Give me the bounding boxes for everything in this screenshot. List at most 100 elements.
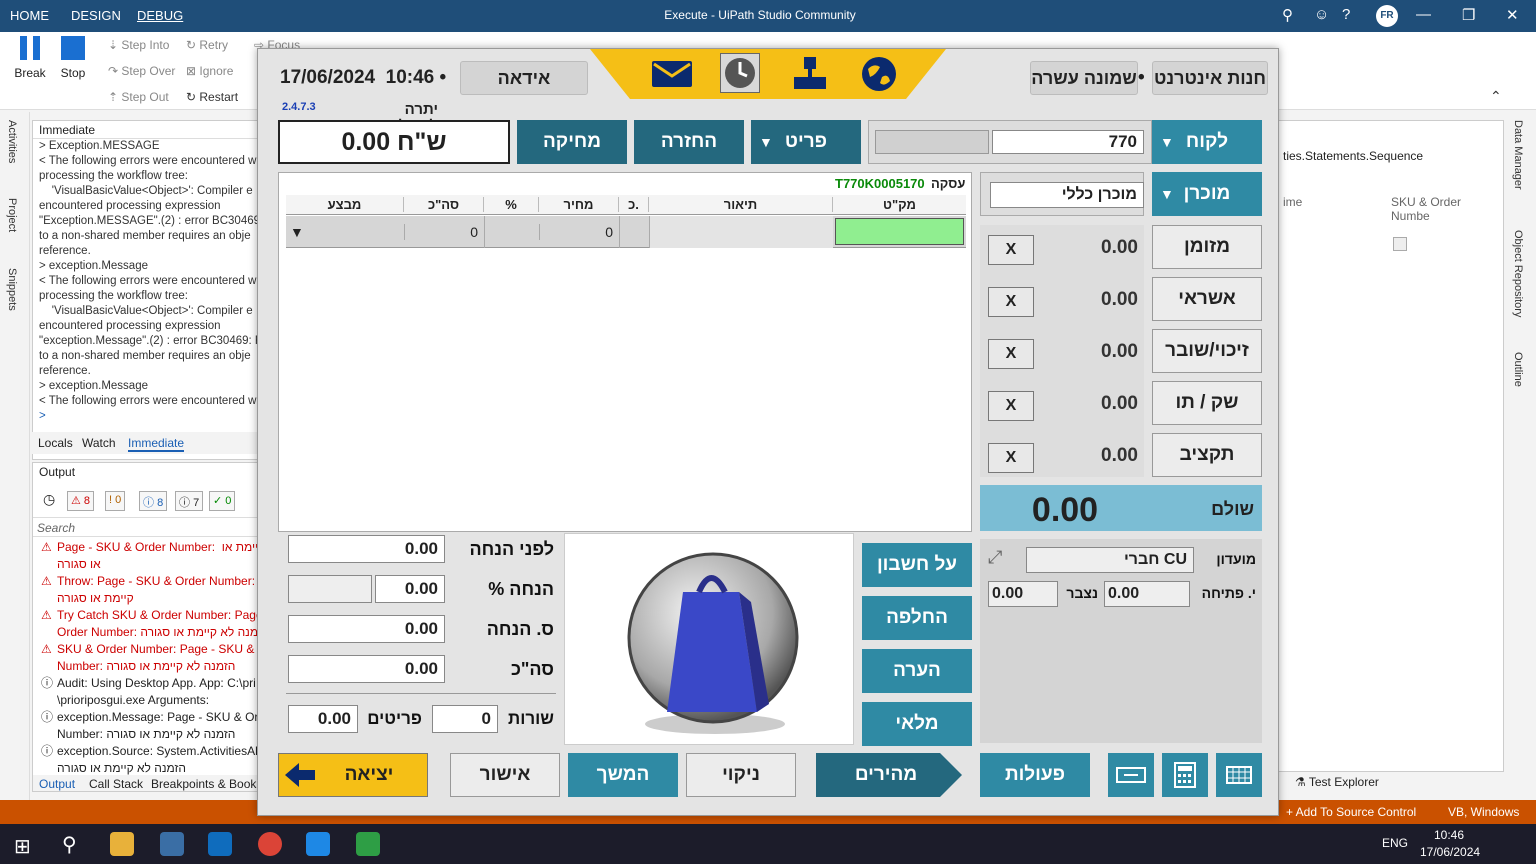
warning-count[interactable]: ! 0: [105, 491, 126, 511]
clear-payment-button[interactable]: X: [988, 339, 1034, 369]
continue-button[interactable]: המשך: [568, 753, 678, 797]
clear-button[interactable]: ניקוי: [686, 753, 796, 797]
tab-debug[interactable]: DEBUG: [137, 8, 183, 23]
success-count[interactable]: ✓ 0: [209, 491, 236, 511]
delete-button[interactable]: מחיקה: [517, 120, 627, 164]
item-button[interactable]: ▼ פריט: [751, 120, 861, 164]
step-into-button[interactable]: ⇣ Step Into: [108, 38, 169, 52]
col-sku: מק"ט: [883, 197, 916, 212]
restart-button[interactable]: ↻ Restart: [186, 90, 238, 104]
clear-payment-button[interactable]: X: [988, 391, 1034, 421]
confirm-button[interactable]: אישור: [450, 753, 560, 797]
immediate-line: reference.: [39, 365, 91, 377]
grid-view-button[interactable]: [1216, 753, 1262, 797]
taskbar-search-icon[interactable]: ⚲: [62, 832, 77, 857]
outline-tab[interactable]: Outline: [1512, 352, 1524, 387]
clear-payment-button[interactable]: X: [988, 235, 1034, 265]
globe-icon[interactable]: [860, 55, 898, 93]
outlook-icon[interactable]: [208, 832, 232, 856]
promo-dropdown[interactable]: ▼: [290, 224, 304, 240]
seller-name-field[interactable]: מוכרן כללי: [990, 182, 1144, 208]
output-search-input[interactable]: Search: [33, 517, 257, 537]
payment-button[interactable]: זיכוי/שובר: [1152, 329, 1262, 373]
break-button[interactable]: Break: [12, 36, 48, 80]
pos-date: 17/06/2024: [280, 67, 376, 88]
immediate-prompt[interactable]: >: [33, 409, 257, 424]
minimize-icon[interactable]: —: [1416, 6, 1431, 23]
sku-input[interactable]: [835, 218, 964, 245]
tab-breakpoints[interactable]: Breakpoints & Book: [151, 777, 256, 791]
language-indicator[interactable]: ENG: [1382, 836, 1408, 850]
info-icon: ⓘ: [41, 710, 54, 724]
expand-icon[interactable]: ⤢: [988, 547, 1002, 568]
activities-tab[interactable]: Activities: [6, 120, 18, 163]
retry-button[interactable]: ↻ Retry: [186, 38, 228, 52]
trophy-icon[interactable]: [790, 55, 830, 91]
tab-output[interactable]: Output: [39, 777, 75, 791]
side-action-button[interactable]: החלפה: [862, 596, 972, 640]
project-tab[interactable]: Project: [6, 198, 18, 232]
tab-locals[interactable]: Locals: [38, 436, 73, 450]
step-out-button[interactable]: ⇡ Step Out: [108, 90, 169, 104]
clear-payment-button[interactable]: X: [988, 287, 1034, 317]
info-count[interactable]: ⓘ 8: [139, 491, 168, 511]
tab-design[interactable]: DESIGN: [71, 8, 121, 23]
calculator-button[interactable]: [1162, 753, 1208, 797]
paid-panel: 0.00 שולם: [980, 485, 1262, 531]
error-count[interactable]: ⚠ 8: [67, 491, 95, 511]
maximize-icon[interactable]: ❐: [1462, 6, 1475, 24]
variable-checkbox[interactable]: [1393, 237, 1407, 251]
customer-code-input[interactable]: 770: [992, 130, 1144, 154]
help-icon[interactable]: ?: [1342, 6, 1350, 23]
pos-app-icon[interactable]: [160, 832, 184, 856]
seller-button[interactable]: ▼ מוכרן: [1152, 172, 1262, 216]
step-over-button[interactable]: ↷ Step Over: [108, 64, 175, 78]
trace-count[interactable]: ⓘ 7: [175, 491, 204, 511]
discount-percent-input[interactable]: [288, 575, 372, 603]
clock-icon[interactable]: ◷: [43, 491, 55, 508]
payment-button[interactable]: תקציב: [1152, 433, 1262, 477]
keyboard-button[interactable]: [1108, 753, 1154, 797]
club-panel: ⤢ חברי CU מועדון 0.00 נצבר 0.00 י. פתיחה: [980, 539, 1262, 743]
tab-call-stack[interactable]: Call Stack: [89, 777, 143, 791]
collapse-ribbon-icon[interactable]: ⌃: [1490, 88, 1502, 105]
object-repository-tab[interactable]: Object Repository: [1512, 230, 1524, 317]
clock-icon[interactable]: [720, 53, 760, 93]
windows-start-icon[interactable]: ⊞: [14, 834, 31, 859]
table-row[interactable]: ▼ 0 0: [286, 216, 966, 248]
robot-icon[interactable]: [356, 832, 380, 856]
payment-button[interactable]: אשראי: [1152, 277, 1262, 321]
test-explorer-tab[interactable]: ⚗ Test Explorer: [1295, 775, 1379, 789]
actions-button[interactable]: פעולות: [980, 753, 1090, 797]
add-source-control-button[interactable]: + Add To Source Control: [1286, 805, 1416, 819]
clear-payment-button[interactable]: X: [988, 443, 1034, 473]
output-line-text: Try Catch SKU & Order Number: Page: [57, 608, 258, 622]
search-icon[interactable]: ⚲: [1282, 6, 1293, 24]
exit-button[interactable]: יציאה: [278, 753, 428, 797]
studio-icon[interactable]: [306, 832, 330, 856]
close-icon[interactable]: ✕: [1506, 6, 1519, 24]
total-label: % הנחה: [488, 579, 554, 599]
fast-button[interactable]: מהירים: [816, 753, 962, 797]
mail-icon[interactable]: [652, 61, 692, 87]
feedback-icon[interactable]: ☺: [1314, 6, 1329, 23]
data-manager-tab[interactable]: Data Manager: [1512, 120, 1524, 190]
stop-button[interactable]: Stop: [56, 36, 90, 80]
dropdown-arrow-icon: ▼: [1160, 134, 1174, 150]
chrome-icon[interactable]: [258, 832, 282, 856]
return-button[interactable]: החזרה: [634, 120, 744, 164]
ignore-label: Ignore: [199, 64, 234, 78]
ignore-button[interactable]: ⊠ Ignore: [186, 64, 233, 78]
tab-immediate[interactable]: Immediate: [128, 436, 185, 452]
customer-button[interactable]: ▼ לקוח: [1152, 120, 1262, 164]
payment-button[interactable]: שק / תו: [1152, 381, 1262, 425]
tab-watch[interactable]: Watch: [82, 436, 116, 450]
payment-button[interactable]: מזומן: [1152, 225, 1262, 269]
avatar[interactable]: FR: [1376, 5, 1398, 27]
tab-home[interactable]: HOME: [10, 8, 49, 23]
file-explorer-icon[interactable]: [110, 832, 134, 856]
side-action-button[interactable]: הערה: [862, 649, 972, 693]
side-action-button[interactable]: על חשבון: [862, 543, 972, 587]
side-action-button[interactable]: מלאי: [862, 702, 972, 746]
snippets-tab[interactable]: Snippets: [6, 268, 18, 311]
